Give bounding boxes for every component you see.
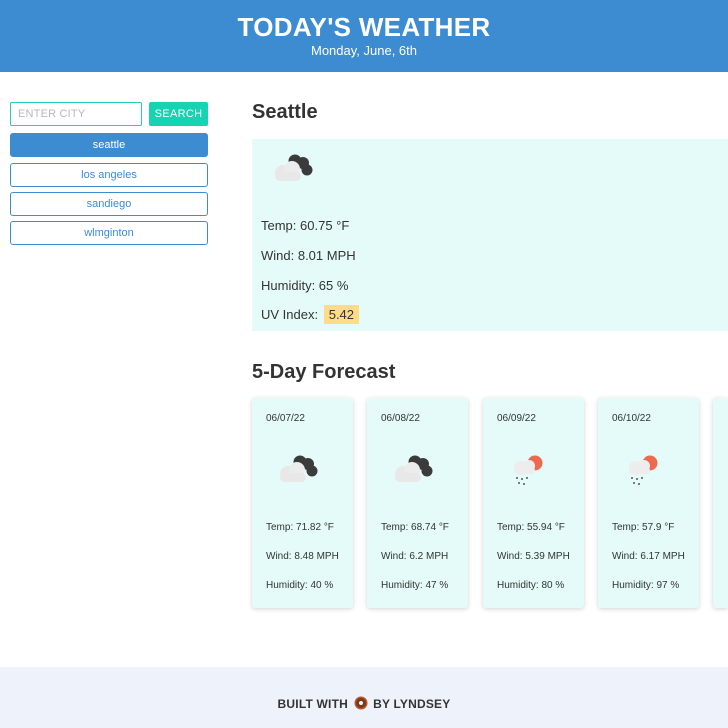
- history-item-sandiego[interactable]: sandiego: [10, 192, 208, 216]
- current-city-name: Seattle: [252, 101, 318, 123]
- forecast-temp: Temp: 57.9 °F: [612, 522, 675, 533]
- rain-sun-icon: [629, 455, 658, 485]
- forecast-humidity: Humidity: 47 %: [381, 580, 449, 591]
- uv-label: UV Index:: [261, 307, 319, 322]
- forecast-card: 06/09/22 Temp: 55.94 °F Wind: 5.39 MPH H…: [483, 398, 584, 608]
- cloudy-icon: [395, 455, 433, 482]
- cloudy-icon: [280, 455, 318, 482]
- forecast-date: 06/07/22: [266, 413, 305, 424]
- donut-icon: [354, 696, 368, 710]
- footer-credit: BUILT WITH BY LYNDSEY: [0, 696, 728, 711]
- forecast-title: 5-Day Forecast: [252, 361, 396, 383]
- footer-prefix: BUILT WITH: [277, 697, 348, 711]
- forecast-card: 06/07/22 Temp: 71.82 °F Wind: 8.48 MPH H…: [252, 398, 353, 608]
- page-title: TODAY'S WEATHER: [237, 12, 491, 42]
- forecast-humidity: Humidity: 80 %: [497, 580, 565, 591]
- history-item-los-angeles[interactable]: los angeles: [10, 163, 208, 187]
- footer-suffix: BY LYNDSEY: [373, 697, 451, 711]
- current-temp: Temp: 60.75 °F: [261, 218, 350, 233]
- rain-sun-icon: [514, 455, 543, 485]
- search-button[interactable]: SEARCH: [149, 102, 208, 126]
- forecast-card: 06/10/22 Temp: 57.9 °F Wind: 6.17 MPH Hu…: [598, 398, 699, 608]
- history-item-seattle[interactable]: seattle: [10, 133, 208, 157]
- forecast-temp: Temp: 55.94 °F: [497, 522, 565, 533]
- current-weather-card: Temp: 60.75 °F Wind: 8.01 MPH Humidity: …: [252, 139, 728, 331]
- forecast-date: 06/09/22: [497, 413, 536, 424]
- forecast-humidity: Humidity: 40 %: [266, 580, 334, 591]
- forecast-wind: Wind: 6.2 MPH: [381, 551, 449, 562]
- app-header: TODAY'S WEATHER Monday, June, 6th: [0, 0, 728, 72]
- forecast-wind: Wind: 5.39 MPH: [497, 551, 570, 562]
- forecast-card: 06/08/22 Temp: 68.74 °F Wind: 6.2 MPH Hu…: [367, 398, 468, 608]
- current-wind: Wind: 8.01 MPH: [261, 248, 356, 263]
- history-item-wlmginton[interactable]: wlmginton: [10, 221, 208, 245]
- forecast-wind: Wind: 6.17 MPH: [612, 551, 685, 562]
- page-footer: BUILT WITH BY LYNDSEY: [0, 667, 728, 728]
- cloudy-icon: [275, 154, 313, 181]
- current-humidity: Humidity: 65 %: [261, 278, 349, 293]
- forecast-humidity: Humidity: 97 %: [612, 580, 680, 591]
- current-date: Monday, June, 6th: [311, 43, 417, 58]
- forecast-date: 06/08/22: [381, 413, 420, 424]
- current-uv: UV Index: 5.42: [261, 305, 360, 324]
- forecast-wind: Wind: 8.48 MPH: [266, 551, 339, 562]
- forecast-card-partial: [713, 398, 728, 608]
- forecast-temp: Temp: 68.74 °F: [381, 522, 449, 533]
- uv-index-badge: 5.42: [323, 305, 360, 324]
- forecast-temp: Temp: 71.82 °F: [266, 522, 334, 533]
- city-search-input[interactable]: [10, 102, 142, 126]
- forecast-date: 06/10/22: [612, 413, 651, 424]
